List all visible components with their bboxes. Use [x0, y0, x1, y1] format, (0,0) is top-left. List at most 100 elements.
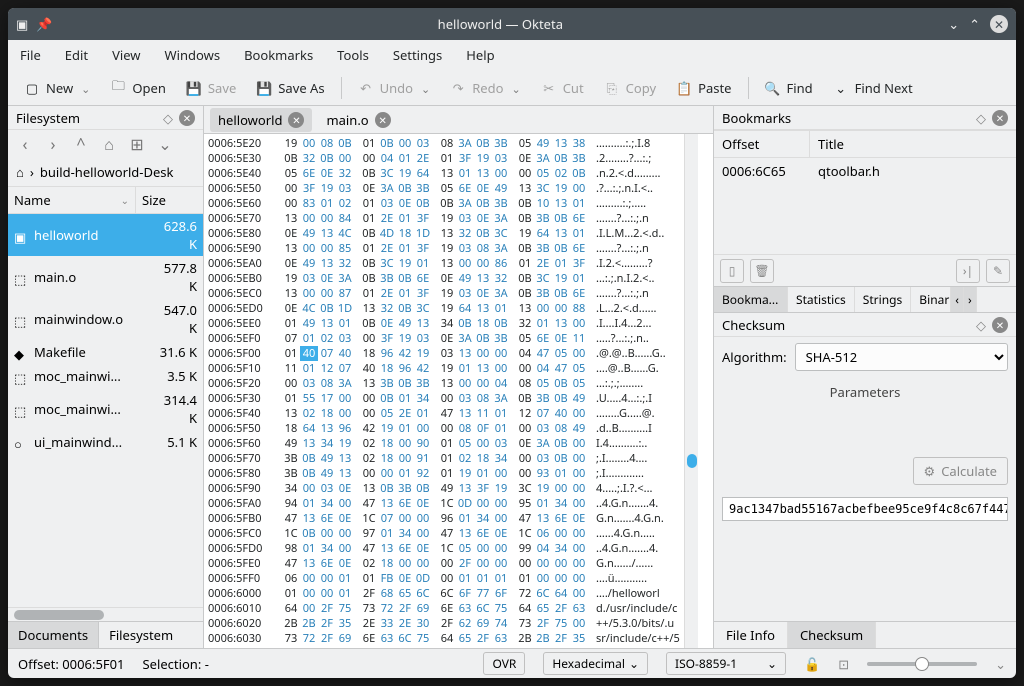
- bm-edit-button[interactable]: ✎: [986, 259, 1010, 283]
- hex-row[interactable]: 0006:5EF007010203003F19030E3A0B3B056E0E1…: [208, 331, 680, 346]
- minimize-icon[interactable]: ⌄: [948, 15, 959, 33]
- col-name-header[interactable]: Name⌄: [8, 187, 136, 213]
- doc-tab[interactable]: main.o✕: [318, 108, 398, 132]
- bm-remove-button[interactable]: 🗑: [750, 259, 774, 283]
- chevron-down-icon[interactable]: [79, 79, 90, 97]
- hex-row[interactable]: 0006:5E7013000084012E013F19030E3A0B3B0B6…: [208, 211, 680, 226]
- bm-col-offset[interactable]: Offset: [714, 131, 810, 157]
- bm-add-button[interactable]: ▯: [720, 259, 744, 283]
- close-icon[interactable]: ✕: [288, 112, 304, 128]
- hex-row[interactable]: 0006:5F101101120740189642190113000004470…: [208, 361, 680, 376]
- nav-icons-icon[interactable]: ⊞: [128, 133, 146, 155]
- breadcrumb-item[interactable]: build-helloworld-Desk: [40, 163, 174, 181]
- hex-row[interactable]: 0006:5FD09801340047136E0E1C0500009904340…: [208, 541, 680, 556]
- hex-row[interactable]: 0006:603073722F696E636C7564652F632B2B2F3…: [208, 631, 680, 646]
- chevron-down-icon[interactable]: [419, 79, 430, 97]
- checksum-output[interactable]: 9ac1347bad55167acbefbee95ce9f4c8c67f4476…: [722, 497, 1008, 521]
- tab-statistics[interactable]: Statistics: [788, 287, 855, 312]
- hex-row[interactable]: 0006:5ED00E4C0B1D13320B3C196413011300008…: [208, 301, 680, 316]
- tab-nav-right[interactable]: ›: [964, 287, 977, 312]
- pin-icon[interactable]: 📌: [36, 15, 52, 33]
- calculate-button[interactable]: ⚙Calculate: [913, 457, 1008, 485]
- hex-row[interactable]: 0006:5EB019030E3A0B3B0B6E0E4913320B3C190…: [208, 271, 680, 286]
- bm-goto-button[interactable]: ›|: [956, 259, 980, 283]
- nav-fwd-icon[interactable]: ›: [44, 133, 62, 155]
- zoom-slider[interactable]: [867, 662, 977, 666]
- h-scrollbar[interactable]: [8, 607, 203, 621]
- detach-icon[interactable]: ◇: [976, 109, 986, 127]
- hex-row[interactable]: 0006:5F000140074018964219031300000447050…: [208, 346, 680, 361]
- menu-tools[interactable]: Tools: [337, 46, 369, 64]
- menu-windows[interactable]: Windows: [165, 46, 221, 64]
- zoom-dropdown-icon[interactable]: ⌄: [995, 655, 1006, 673]
- close-icon[interactable]: ✕: [990, 15, 1008, 33]
- close-pane-icon[interactable]: ✕: [992, 110, 1008, 126]
- menu-view[interactable]: View: [112, 46, 140, 64]
- tab-binary[interactable]: Binar: [911, 287, 951, 312]
- detach-icon[interactable]: ◇: [163, 109, 173, 127]
- hex-row[interactable]: 0006:5F703B0B4913021800910102183400030B0…: [208, 451, 680, 466]
- file-row[interactable]: ⬚moc_mainwi...314.4 K: [8, 388, 203, 430]
- undo-button[interactable]: ↶Undo: [350, 75, 439, 101]
- maximize-icon[interactable]: ⌃: [969, 15, 980, 33]
- bookmark-row[interactable]: 0006:6C65qtoolbar.h: [714, 158, 1016, 184]
- hex-row[interactable]: 0006:5E600083010201030E0B0B3A0B3B0B10130…: [208, 196, 680, 211]
- hex-row[interactable]: 0006:5FA09401340047136E0E1C0D00009501340…: [208, 496, 680, 511]
- menu-edit[interactable]: Edit: [65, 46, 88, 64]
- file-row[interactable]: ⬚main.o577.8 K: [8, 256, 203, 298]
- save-as-button[interactable]: 💾Save As: [248, 75, 332, 101]
- file-row[interactable]: ⬚moc_mainwi...3.5 K: [8, 364, 203, 388]
- open-button[interactable]: 🗀Open: [102, 75, 174, 101]
- fit-icon[interactable]: ⊡: [838, 655, 849, 673]
- hex-row[interactable]: 0006:5E40056E0E320B3C1964130113000005020…: [208, 166, 680, 181]
- hex-row[interactable]: 0006:5F200003083A133B0B3B1300000408050B0…: [208, 376, 680, 391]
- save-button[interactable]: 💾Save: [178, 75, 244, 101]
- tab-checksum[interactable]: Checksum: [788, 622, 876, 648]
- hex-row[interactable]: 0006:5F3001551700000B01340003083A0B3B0B4…: [208, 391, 680, 406]
- lock-icon[interactable]: 🔓: [804, 655, 820, 673]
- v-scrollbar[interactable]: [684, 134, 698, 648]
- hex-row[interactable]: 0006:5E9013000085012E013F1903083A0B3B0B6…: [208, 241, 680, 256]
- tab-nav-left[interactable]: ‹: [951, 287, 964, 312]
- tab-strings[interactable]: Strings: [855, 287, 912, 312]
- hex-row[interactable]: 0006:5FE047136E0E02180000002F00000000000…: [208, 556, 680, 571]
- hex-row[interactable]: 0006:5F903400030E130B3B0B49133F193C19000…: [208, 481, 680, 496]
- copy-button[interactable]: ⎘Copy: [596, 75, 664, 101]
- file-row[interactable]: ▣helloworld628.6 K: [8, 214, 203, 256]
- hex-row[interactable]: 0006:5E201900080B010B0003083A0B3B0549133…: [208, 136, 680, 151]
- bm-col-title[interactable]: Title: [810, 131, 852, 157]
- encoding-select[interactable]: Hexadecimal⌄: [543, 652, 648, 675]
- menu-file[interactable]: File: [20, 46, 41, 64]
- hex-row[interactable]: 0006:6000010000012F68656C6C6F776F726C640…: [208, 586, 680, 601]
- cut-button[interactable]: ✂Cut: [533, 75, 592, 101]
- menu-help[interactable]: Help: [466, 46, 494, 64]
- menu-settings[interactable]: Settings: [393, 46, 442, 64]
- nav-home-icon[interactable]: ⌂: [100, 133, 118, 155]
- hex-row[interactable]: 0006:601064002F7573722F696E636C7564652F6…: [208, 601, 680, 616]
- hex-row[interactable]: 0006:5FB047136E0E1C0700009601340047136E0…: [208, 511, 680, 526]
- hex-row[interactable]: 0006:5F604913341902180090010500030E3A0B0…: [208, 436, 680, 451]
- hex-row[interactable]: 0006:5F50186413964219010000080F010003084…: [208, 421, 680, 436]
- charset-select[interactable]: ISO-8859-1⌄: [666, 652, 786, 675]
- tab-file-info[interactable]: File Info: [714, 622, 788, 648]
- nav-back-icon[interactable]: ‹: [16, 133, 34, 155]
- chevron-down-icon[interactable]: ⌄: [156, 133, 174, 155]
- menu-bookmarks[interactable]: Bookmarks: [244, 46, 313, 64]
- paste-button[interactable]: 📋Paste: [668, 75, 739, 101]
- hex-row[interactable]: 0006:5EC013000087012E013F19030E3A0B3B0B6…: [208, 286, 680, 301]
- close-pane-icon[interactable]: ✕: [992, 317, 1008, 333]
- close-pane-icon[interactable]: ✕: [179, 110, 195, 126]
- col-size-header[interactable]: Size: [136, 187, 203, 213]
- hex-row[interactable]: 0006:5FF00600000101FB0E0D000101010100000…: [208, 571, 680, 586]
- tab-documents[interactable]: Documents: [8, 622, 99, 648]
- find-next-button[interactable]: ⌄Find Next: [825, 75, 921, 101]
- tab-filesystem[interactable]: Filesystem: [99, 622, 183, 648]
- home-icon[interactable]: ⌂: [16, 163, 24, 181]
- new-button[interactable]: ▢New: [16, 75, 98, 101]
- hex-row[interactable]: 0006:5EA00E4913320B3C190113000086012E013…: [208, 256, 680, 271]
- close-icon[interactable]: ✕: [375, 112, 391, 128]
- file-row[interactable]: ⬚mainwindow.o547.0 K: [8, 298, 203, 340]
- file-row[interactable]: ○ui_mainwind...5.1 K: [8, 430, 203, 454]
- file-row[interactable]: ◆Makefile31.6 K: [8, 340, 203, 364]
- hex-row[interactable]: 0006:5FC01C0B00009701340047136E0E1C06000…: [208, 526, 680, 541]
